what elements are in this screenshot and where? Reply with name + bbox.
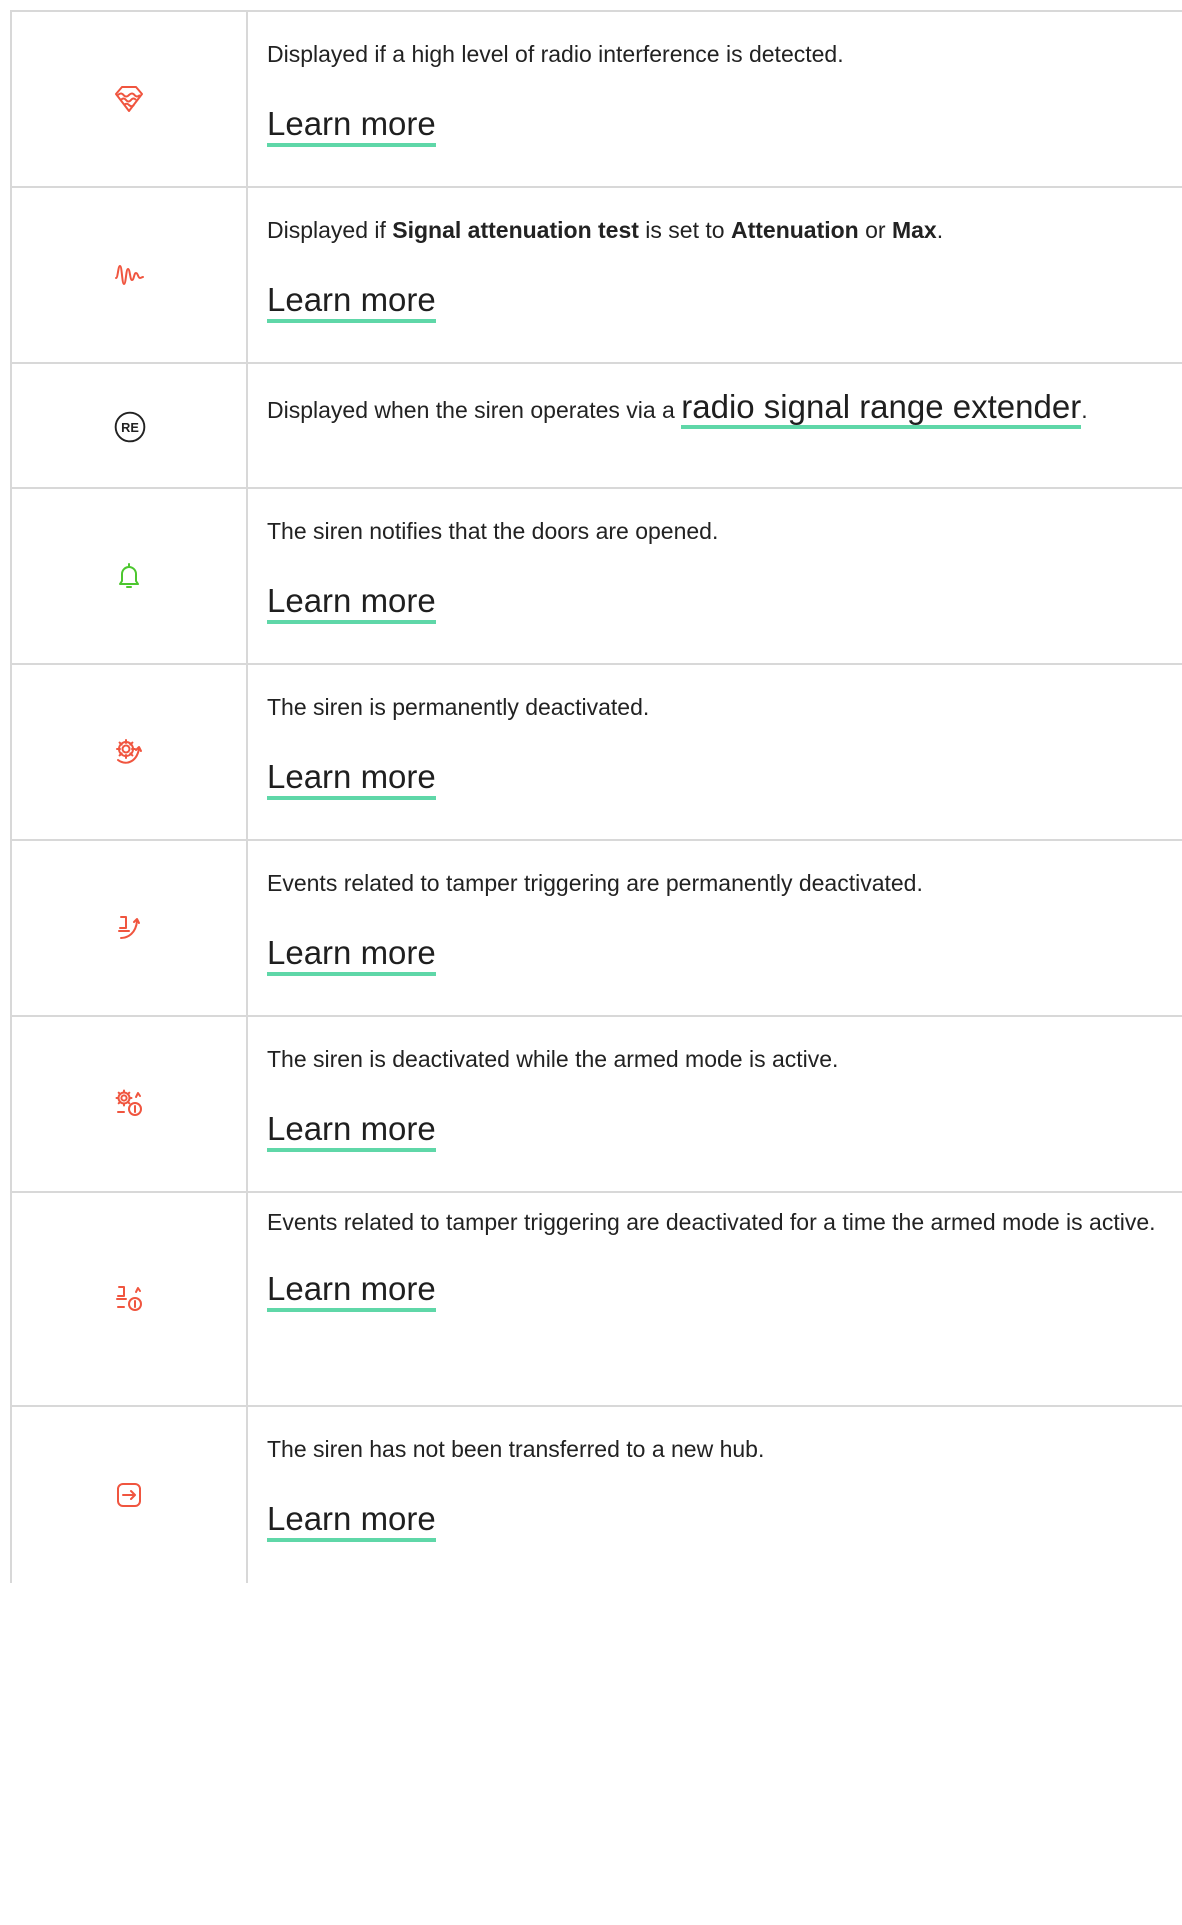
- table-row: Events related to tamper triggering are …: [10, 1191, 1182, 1405]
- desc-text: .: [1081, 397, 1088, 423]
- gear-deactivated-icon: [112, 735, 146, 769]
- icon-cell: RE: [10, 364, 248, 487]
- icon-cell: [10, 841, 248, 1015]
- row-description: The siren is deactivated while the armed…: [267, 1046, 839, 1072]
- desc-bold: Max: [891, 217, 937, 243]
- learn-more-link[interactable]: Learn more: [267, 1270, 436, 1312]
- icon-cell: [10, 489, 248, 663]
- range-extender-icon: RE: [113, 410, 146, 442]
- learn-more-link[interactable]: Learn more: [267, 281, 436, 323]
- desc-bold: Attenuation: [730, 217, 859, 243]
- learn-more-link[interactable]: Learn more: [267, 105, 436, 147]
- description-cell: The siren notifies that the doors are op…: [267, 489, 1162, 624]
- desc-bold: Signal attenuation test: [392, 217, 639, 243]
- tamper-deactivated-icon: [112, 911, 146, 945]
- icon-cell: [10, 1193, 248, 1405]
- tamper-deactivated-armed-icon: [112, 1282, 146, 1316]
- icon-cell: [10, 12, 248, 186]
- learn-more-link[interactable]: Learn more: [267, 758, 436, 800]
- icon-cell: [10, 1407, 248, 1583]
- table-row: The siren is permanently deactivated. Le…: [10, 663, 1182, 839]
- row-description: The siren has not been transferred to a …: [267, 1436, 765, 1462]
- icon-cell: [10, 665, 248, 839]
- description-cell: Displayed when the siren operates via a …: [267, 364, 1162, 437]
- row-description: Displayed if a high level of radio inter…: [267, 41, 844, 67]
- desc-text: Displayed when the siren operates via a: [267, 397, 682, 423]
- row-description: The siren is permanently deactivated.: [267, 694, 650, 720]
- icon-cell: [10, 188, 248, 362]
- description-cell: Displayed if a high level of radio inter…: [267, 12, 1162, 147]
- table-row: The siren has not been transferred to a …: [10, 1405, 1182, 1925]
- icon-cell: [10, 1017, 248, 1191]
- desc-text: .: [936, 217, 944, 243]
- row-description: Events related to tamper triggering are …: [267, 870, 923, 896]
- table-row: Displayed if a high level of radio inter…: [10, 10, 1182, 186]
- table-row: Events related to tamper triggering are …: [10, 839, 1182, 1015]
- table-row: Displayed if Signal attenuation test is …: [10, 186, 1182, 362]
- description-cell: The siren is deactivated while the armed…: [267, 1017, 1162, 1152]
- range-extender-link[interactable]: radio signal range extender: [681, 388, 1082, 429]
- row-description: Events related to tamper triggering are …: [267, 1209, 1156, 1235]
- table-row: The siren is deactivated while the armed…: [10, 1015, 1182, 1191]
- description-cell: Events related to tamper triggering are …: [267, 841, 1162, 976]
- row-description: The siren notifies that the doors are op…: [267, 518, 719, 544]
- bell-icon: [112, 559, 146, 593]
- description-cell: Displayed if Signal attenuation test is …: [267, 188, 1162, 323]
- learn-more-link[interactable]: Learn more: [267, 1110, 436, 1152]
- learn-more-link[interactable]: Learn more: [267, 582, 436, 624]
- row-description: Displayed when the siren operates via a …: [267, 364, 1162, 437]
- desc-text: Displayed if: [267, 217, 393, 243]
- table-row: RE Displayed when the siren operates via…: [10, 362, 1182, 487]
- icon-text: RE: [121, 419, 139, 434]
- description-cell: Events related to tamper triggering are …: [267, 1193, 1162, 1312]
- description-cell: The siren has not been transferred to a …: [267, 1407, 1162, 1542]
- table-row: The siren notifies that the doors are op…: [10, 487, 1182, 663]
- signal-attenuation-icon: [112, 258, 146, 292]
- learn-more-link[interactable]: Learn more: [267, 1500, 436, 1542]
- radio-interference-icon: [112, 82, 146, 116]
- row-description: Displayed if Signal attenuation test is …: [267, 188, 1162, 251]
- description-cell: The siren is permanently deactivated. Le…: [267, 665, 1162, 800]
- transfer-icon: [112, 1478, 146, 1512]
- desc-text: is set to: [638, 217, 731, 243]
- learn-more-link[interactable]: Learn more: [267, 934, 436, 976]
- desc-text: or: [858, 217, 892, 243]
- gear-deactivated-armed-icon: [112, 1087, 146, 1121]
